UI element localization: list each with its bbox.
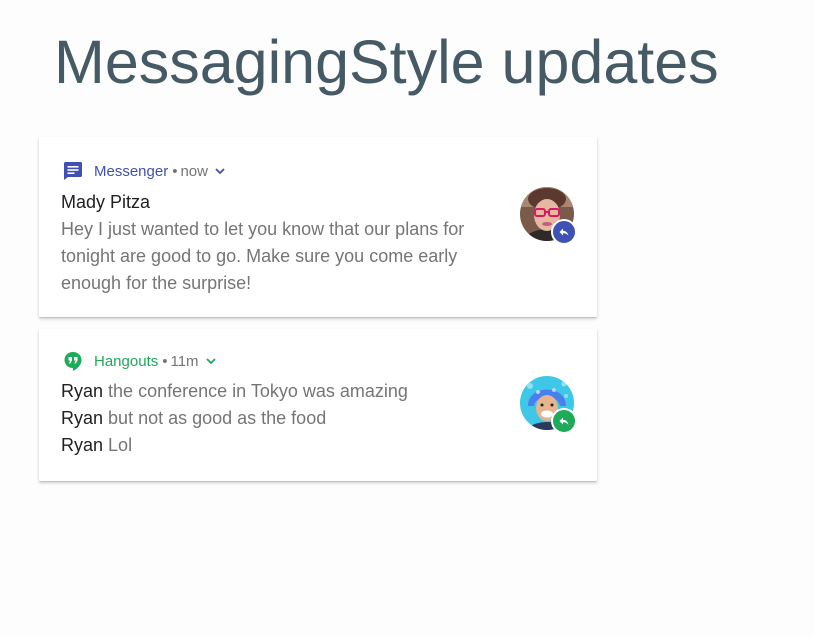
header-separator: • xyxy=(162,352,168,370)
message-sender: Ryan xyxy=(61,381,104,401)
message-line: Ryan Lol xyxy=(61,432,501,459)
hangouts-icon xyxy=(63,351,83,371)
message-text: Lol xyxy=(108,435,133,455)
notification-card-messenger[interactable]: Messenger • now Mady Pitza Hey I just wa… xyxy=(39,137,597,317)
notification-header[interactable]: Messenger • now xyxy=(63,161,226,181)
message-line: Ryan but not as good as the food xyxy=(61,405,501,432)
reply-icon[interactable] xyxy=(551,408,577,434)
message-text: Hey I just wanted to let you know that o… xyxy=(61,219,465,293)
contact-avatar-wrap[interactable] xyxy=(520,187,577,245)
reply-icon[interactable] xyxy=(551,219,577,245)
notification-header[interactable]: Hangouts • 11m xyxy=(63,351,217,371)
message-sender: Ryan xyxy=(61,435,104,455)
notification-time: now xyxy=(180,162,208,180)
chevron-down-icon[interactable] xyxy=(214,165,226,177)
notification-card-hangouts[interactable]: Hangouts • 11m Ryan the conference in To… xyxy=(39,329,597,481)
app-name: Hangouts xyxy=(94,352,159,370)
app-name: Messenger xyxy=(94,162,169,180)
conversation-messages: Ryan the conference in Tokyo was amazing… xyxy=(61,378,501,459)
messenger-icon xyxy=(63,161,83,181)
message-text: the conference in Tokyo was amazing xyxy=(108,381,408,401)
chevron-down-icon[interactable] xyxy=(205,355,217,367)
slide-title: MessagingStyle updates xyxy=(54,28,719,96)
message-line: Ryan the conference in Tokyo was amazing xyxy=(61,378,501,405)
header-separator: • xyxy=(172,162,178,180)
notification-content: Mady Pitza Hey I just wanted to let you … xyxy=(61,189,501,297)
sender-name: Mady Pitza xyxy=(61,192,151,212)
message-sender: Ryan xyxy=(61,408,104,428)
contact-avatar-wrap[interactable] xyxy=(520,376,577,434)
notification-time: 11m xyxy=(170,352,199,370)
message-text: but not as good as the food xyxy=(108,408,327,428)
